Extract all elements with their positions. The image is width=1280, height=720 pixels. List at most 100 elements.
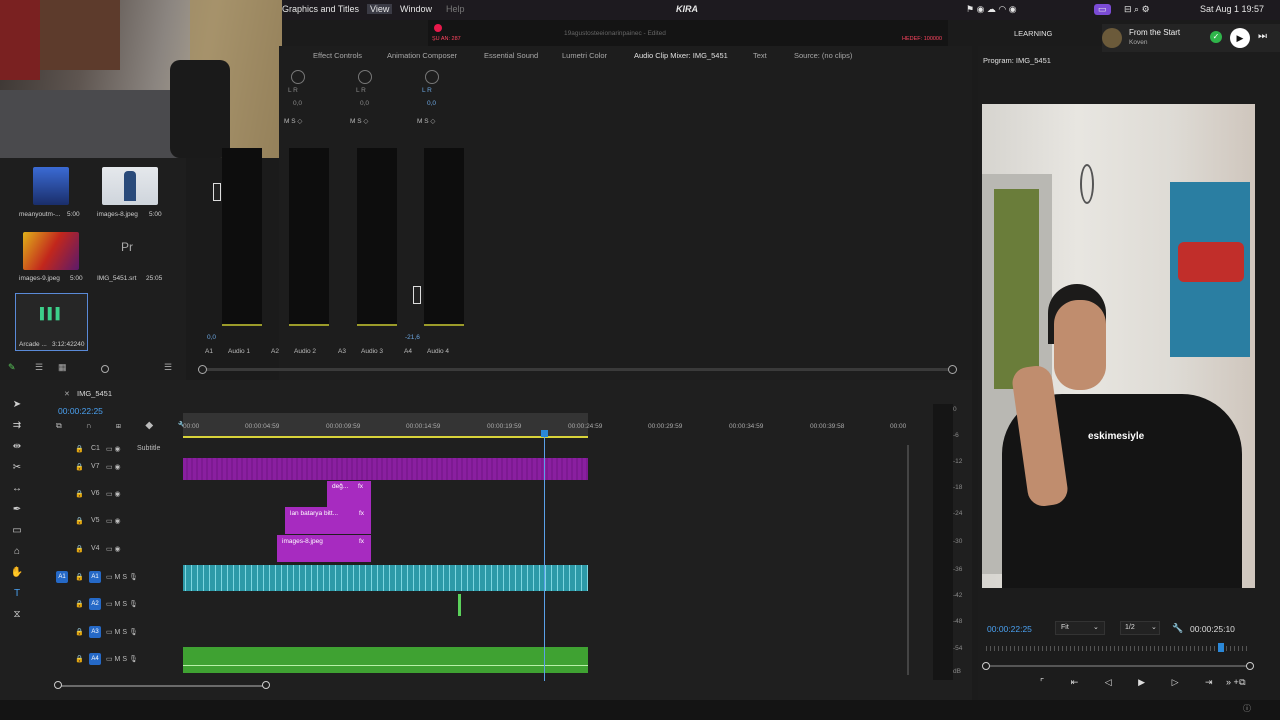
slip-tool-icon[interactable]: ↔ <box>10 482 24 496</box>
razor-tool-icon[interactable]: ✂ <box>10 461 24 475</box>
playhead-handle[interactable] <box>541 430 548 437</box>
pan-knob[interactable] <box>358 70 372 84</box>
workspace-learning[interactable]: LEARNING <box>1014 29 1052 38</box>
program-timecode[interactable]: 00:00:22:25 <box>987 624 1032 634</box>
tab-effect-controls[interactable]: Effect Controls <box>313 51 362 60</box>
track-target-badge[interactable]: A3 <box>89 626 101 638</box>
scroll-handle[interactable] <box>198 365 207 374</box>
wrench-icon[interactable]: 🔧 <box>1172 623 1183 634</box>
track-lock-icon[interactable]: 🔒 <box>75 445 84 453</box>
menu-help[interactable]: Help <box>446 4 465 14</box>
selection-tool-icon[interactable]: ➤ <box>10 398 24 412</box>
ripple-edit-tool-icon[interactable]: ⇹ <box>10 440 24 454</box>
timeline-v-scrollbar[interactable] <box>907 445 909 675</box>
track-icons[interactable]: ▭ ◉ <box>106 445 121 453</box>
mute-solo[interactable]: M S ◇ <box>350 117 368 125</box>
timeline-playhead[interactable] <box>544 431 545 681</box>
pan-knob[interactable] <box>291 70 305 84</box>
scroll-handle[interactable] <box>262 681 270 689</box>
mixer-scrollbar[interactable] <box>198 368 956 371</box>
sort-icon[interactable]: ☰ <box>164 362 172 373</box>
program-zoom-bar[interactable] <box>986 665 1252 667</box>
tab-source[interactable]: Source: (no clips) <box>794 51 852 60</box>
fader-handle[interactable] <box>213 183 221 201</box>
fit-select[interactable]: Fit ⌄ <box>1055 621 1105 635</box>
zoom-slider[interactable] <box>101 365 109 373</box>
scroll-handle[interactable] <box>948 365 957 374</box>
track-icons[interactable]: ▭ ◉ <box>106 463 121 471</box>
sequence-name[interactable]: IMG_5451 <box>77 389 112 398</box>
track-lock-icon[interactable]: 🔒 <box>75 600 84 608</box>
track-lock-icon[interactable]: 🔒 <box>75 655 84 663</box>
project-thumb-0[interactable] <box>33 167 69 205</box>
a2-clip[interactable] <box>458 594 461 616</box>
track-msr[interactable]: ▭ M S 🎙 <box>106 573 138 581</box>
control-center-icon[interactable]: ▭ <box>1094 4 1111 15</box>
next-icon[interactable]: ⏭ <box>1258 31 1267 42</box>
v6-clip[interactable]: değ... fx <box>327 481 371 507</box>
program-playhead[interactable] <box>1218 643 1224 652</box>
zoom-handle[interactable] <box>982 662 990 670</box>
info-icon[interactable]: ⓘ <box>1243 703 1251 714</box>
pencil-icon[interactable]: ✎ <box>8 362 16 373</box>
a1-clip[interactable] <box>183 565 588 591</box>
pan-knob[interactable] <box>425 70 439 84</box>
track-msr[interactable]: ▭ M S 🎙 <box>106 655 138 663</box>
track-icons[interactable]: ▭ ◉ <box>106 545 121 553</box>
track-icons[interactable]: ▭ ◉ <box>106 517 121 525</box>
volume-line[interactable] <box>183 665 588 666</box>
stamp-tool-icon[interactable]: ⌂ <box>10 545 24 559</box>
mute-solo[interactable]: M S ◇ <box>417 117 435 125</box>
tab-animation-composer[interactable]: Animation Composer <box>387 51 457 60</box>
project-item-selected[interactable]: ▌▌▌ Arcade ... 3:12:42240 <box>15 293 88 351</box>
menu-window[interactable]: Window <box>400 4 432 14</box>
track-lock-icon[interactable]: 🔒 <box>75 463 84 471</box>
track-target-badge[interactable]: A4 <box>89 653 101 665</box>
track-lock-icon[interactable]: 🔒 <box>75 490 84 498</box>
track-lock-icon[interactable]: 🔒 <box>75 545 84 553</box>
track-target-badge[interactable]: A1 <box>89 571 101 583</box>
tab-audio-clip-mixer[interactable]: Audio Clip Mixer: IMG_5451 <box>634 51 728 60</box>
project-thumb-2[interactable] <box>23 232 79 270</box>
premiere-file-icon[interactable]: Pr <box>121 240 139 262</box>
list-view-icon[interactable]: ☰ <box>35 362 43 373</box>
transport-controls[interactable]: ⌜ ⇤ ◁ ▶ ▷ ⇥ ⧉ <box>1040 677 1258 688</box>
a4-clip[interactable] <box>183 647 588 673</box>
close-icon[interactable]: ✕ <box>64 390 70 398</box>
timeline-h-scrollbar[interactable] <box>58 685 268 687</box>
tab-text[interactable]: Text <box>753 51 767 60</box>
type-tool-icon[interactable]: T <box>10 587 24 601</box>
scroll-handle[interactable] <box>54 681 62 689</box>
work-area-bar[interactable] <box>183 436 588 438</box>
more-icon[interactable]: » + <box>1226 677 1239 687</box>
track-source-a1[interactable]: A1 <box>56 571 68 583</box>
fader-handle[interactable] <box>413 286 421 304</box>
hand-tool-icon[interactable]: ✋ <box>10 566 24 580</box>
timeline-timecode[interactable]: 00:00:22:25 <box>58 406 103 416</box>
icon-view-icon[interactable]: ▦ <box>58 362 67 373</box>
track-lock-icon[interactable]: 🔒 <box>75 517 84 525</box>
v4-clip[interactable]: images-8.jpeg fx <box>277 535 371 562</box>
play-icon[interactable]: ▶ <box>1230 28 1250 48</box>
track-msr[interactable]: ▭ M S 🎙 <box>106 628 138 636</box>
track-target-badge[interactable]: A2 <box>89 598 101 610</box>
mute-solo[interactable]: M S ◇ <box>284 117 302 125</box>
v7-clip[interactable] <box>183 458 588 480</box>
track-select-tool-icon[interactable]: ⇉ <box>10 419 24 433</box>
project-thumb-1[interactable] <box>102 167 158 205</box>
resolution-select[interactable]: 1/2 ⌄ <box>1120 621 1160 635</box>
rectangle-tool-icon[interactable]: ▭ <box>10 524 24 538</box>
v5-clip[interactable]: lan batarya bitt... fx <box>285 507 371 534</box>
menu-graphics[interactable]: Graphics and Titles <box>282 4 359 14</box>
track-msr[interactable]: ▭ M S 🎙 <box>106 600 138 608</box>
tab-lumetri-color[interactable]: Lumetri Color <box>562 51 607 60</box>
remix-tool-icon[interactable]: ⧖ <box>10 608 24 622</box>
tab-essential-sound[interactable]: Essential Sound <box>484 51 538 60</box>
track-lock-icon[interactable]: 🔒 <box>75 573 84 581</box>
zoom-handle[interactable] <box>1246 662 1254 670</box>
program-ruler[interactable] <box>986 646 1250 651</box>
timeline-tool-icons[interactable]: ⧉ ∩ ⊞ ◆ 🔧 ▤ <box>56 421 219 433</box>
pen-tool-icon[interactable]: ✒ <box>10 503 24 517</box>
track-lock-icon[interactable]: 🔒 <box>75 628 84 636</box>
menu-view[interactable]: View <box>367 4 393 14</box>
